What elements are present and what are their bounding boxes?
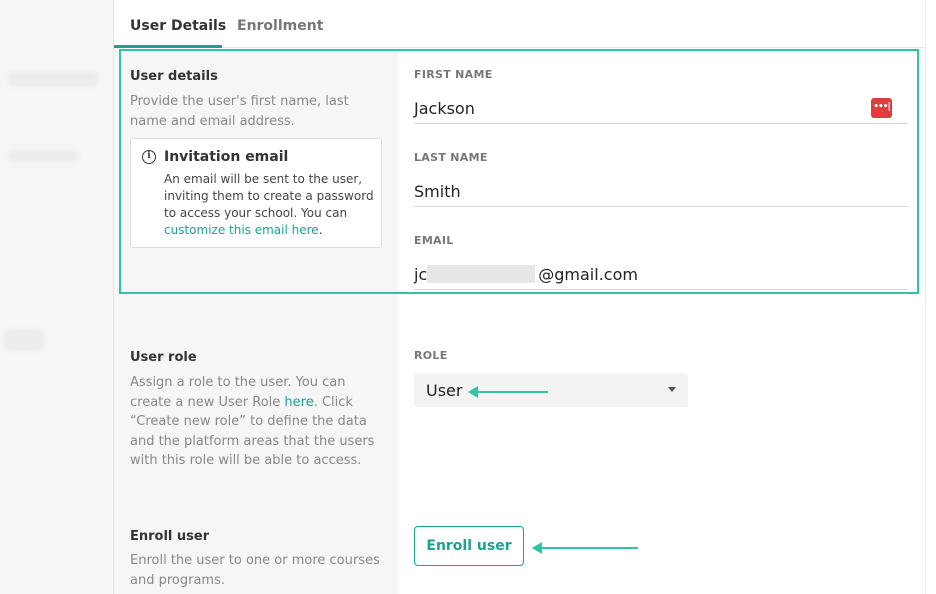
background-sidebar: [0, 0, 114, 594]
role-select-value: User: [426, 381, 463, 400]
blurred-content: [4, 330, 44, 350]
caret-down-icon: [668, 387, 676, 392]
blurred-content: [8, 150, 78, 162]
enroll-user-button[interactable]: Enroll user: [414, 526, 524, 566]
user-role-title: User role: [130, 350, 197, 365]
tab-bar: User Details Enrollment: [114, 0, 926, 48]
blurred-content: [8, 72, 98, 86]
create-role-link[interactable]: here: [284, 395, 313, 410]
active-tab-indicator: [114, 45, 222, 48]
enroll-user-description: Enroll the user to one or more courses a…: [130, 553, 380, 588]
role-select[interactable]: User: [414, 373, 688, 407]
scrollbar-track[interactable]: [925, 0, 936, 594]
user-role-description: Assign a role to the user. You can creat…: [130, 375, 375, 468]
highlight-box: [119, 49, 919, 294]
tab-user-details[interactable]: User Details: [130, 18, 226, 34]
tab-enrollment[interactable]: Enrollment: [237, 18, 323, 34]
arrow-left-icon: [468, 386, 548, 398]
arrow-left-icon: [532, 542, 638, 554]
role-label: ROLE: [414, 349, 448, 362]
enroll-user-title: Enroll user: [130, 529, 210, 544]
